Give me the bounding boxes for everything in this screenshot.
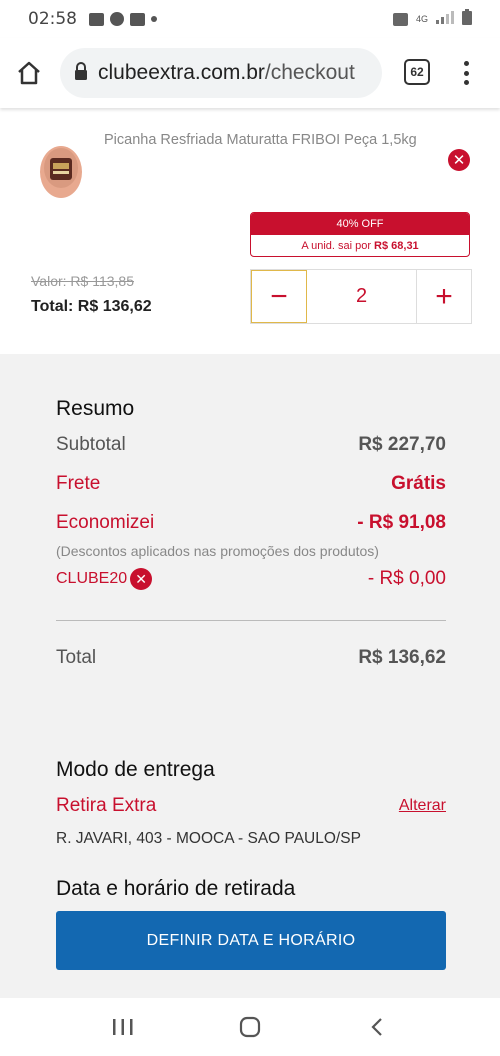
subtotal-label: Subtotal (56, 434, 126, 455)
savings-value: - R$ 91,08 (357, 512, 446, 533)
savings-note: (Descontos aplicados nas promoções dos p… (56, 543, 379, 559)
subtotal-row: Subtotal R$ 227,70 (56, 434, 446, 456)
pickup-address: R. JAVARI, 403 - MOOCA - SAO PAULO/SP (56, 830, 361, 847)
image-icon (89, 12, 104, 26)
promo-off-label: 40% OFF (251, 213, 469, 235)
summary-title: Resumo (56, 397, 135, 420)
more-menu-button[interactable] (456, 58, 476, 88)
home-nav-button[interactable] (230, 1012, 270, 1042)
quantity-stepper: − 2 + (250, 269, 472, 324)
coupon-code: CLUBE20 ✕ (56, 568, 153, 590)
shipping-label: Frete (56, 473, 101, 494)
savings-label: Economizei (56, 512, 155, 533)
back-icon (371, 1018, 382, 1036)
status-bar: 02:58 4G (0, 0, 500, 38)
remove-item-button[interactable]: ✕ (448, 149, 470, 171)
app-icon (130, 12, 145, 26)
browser-toolbar: clubeextra.com.br/checkout 62 (0, 38, 500, 108)
tab-switcher-button[interactable]: 62 (404, 59, 430, 85)
total-value: R$ 136,62 (358, 647, 446, 668)
delivery-mode: Retira Extra (56, 795, 157, 816)
dot-icon (151, 16, 157, 22)
recents-icon (113, 1019, 133, 1035)
system-icons: 4G (392, 8, 472, 30)
delivery-title: Modo de entrega (56, 758, 215, 781)
mute-icon (392, 12, 408, 26)
delivery-mode-row: Retira Extra Alterar (56, 795, 446, 817)
remove-coupon-button[interactable]: ✕ (130, 568, 153, 590)
divider (56, 620, 446, 621)
increase-quantity-button[interactable]: + (417, 270, 471, 323)
total-row: Total R$ 136,62 (56, 647, 446, 669)
notification-icons (89, 12, 157, 26)
back-button[interactable] (357, 1012, 397, 1042)
change-delivery-link[interactable]: Alterar (399, 797, 446, 815)
coupon-row: CLUBE20 ✕ - R$ 0,00 (56, 568, 446, 590)
quantity-value: 2 (307, 270, 417, 323)
url-domain: clubeextra.com.br (98, 61, 265, 84)
pickup-title: Data e horário de retirada (56, 877, 296, 900)
close-icon: ✕ (135, 570, 148, 587)
recent-apps-button[interactable] (103, 1012, 143, 1042)
total-label: Total (56, 647, 97, 668)
account-icon (110, 12, 124, 26)
set-date-time-button[interactable]: DEFINIR DATA E HORÁRIO (56, 911, 446, 970)
clock: 02:58 (28, 9, 77, 29)
product-image[interactable] (36, 130, 86, 200)
original-price: Valor: R$ 113,85 (31, 273, 134, 289)
close-icon: ✕ (452, 152, 466, 169)
dot (463, 61, 469, 66)
cart-item: Picanha Resfriada Maturatta FRIBOI Peça … (0, 108, 500, 354)
network-type: 4G (415, 13, 428, 24)
subtotal-value: R$ 227,70 (358, 434, 446, 455)
product-name[interactable]: Picanha Resfriada Maturatta FRIBOI Peça … (104, 132, 417, 148)
promo-unit-label: A unid. sai por (301, 240, 372, 252)
shipping-row: Frete Grátis (56, 473, 446, 495)
promo-unit-price: A unid. sai por R$ 68,31 (251, 235, 469, 256)
item-total: Total: R$ 136,62 (31, 298, 152, 315)
address-bar[interactable]: clubeextra.com.br/checkout (60, 48, 382, 98)
coupon-code-label: CLUBE20 (56, 570, 128, 587)
battery-icon (462, 8, 472, 30)
promo-badge: 40% OFF A unid. sai por R$ 68,31 (250, 212, 470, 257)
dot (463, 70, 469, 76)
decrease-quantity-button[interactable]: − (251, 270, 307, 323)
shipping-value: Grátis (391, 473, 446, 494)
signal-icon (436, 9, 454, 29)
promo-unit-value: R$ 68,31 (374, 240, 419, 252)
url-text: clubeextra.com.br/checkout (98, 61, 355, 85)
dot (463, 80, 469, 85)
system-nav-bar (0, 998, 500, 1056)
home-button[interactable] (0, 38, 58, 108)
url-path: /checkout (264, 61, 355, 84)
lock-icon (74, 61, 88, 85)
home-icon (18, 61, 40, 85)
savings-row: Economizei - R$ 91,08 (56, 512, 446, 534)
order-summary: Resumo Subtotal R$ 227,70 Frete Grátis E… (0, 354, 500, 998)
coupon-value: - R$ 0,00 (367, 568, 446, 589)
home-circle-icon (239, 1016, 261, 1038)
